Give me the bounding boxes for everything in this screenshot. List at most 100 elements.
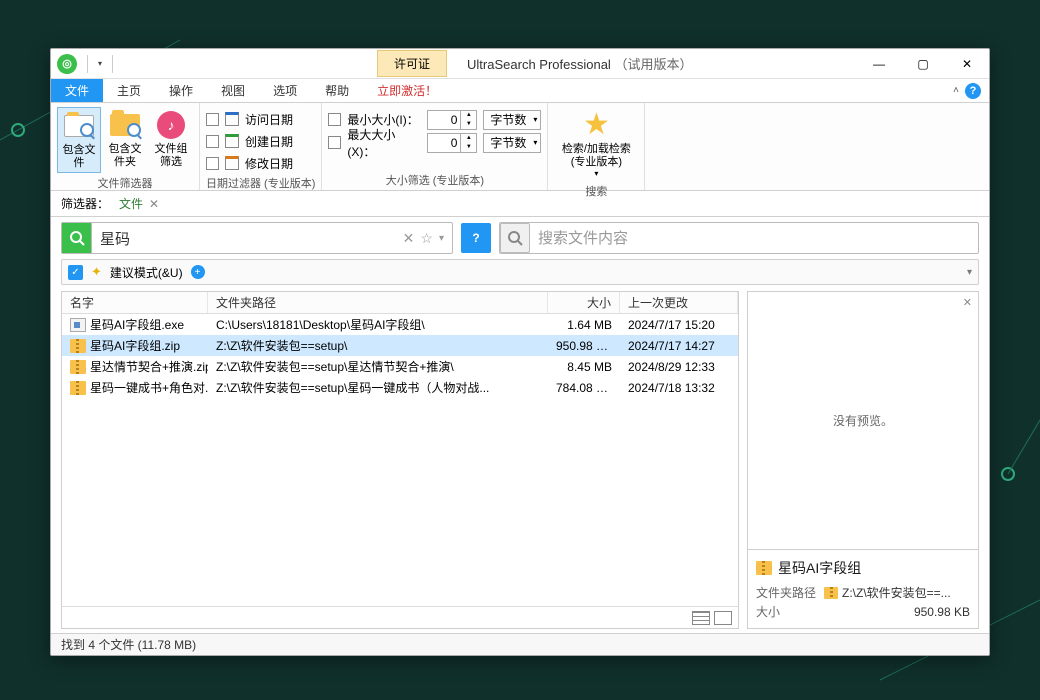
titlebar: ◎ ▾ 许可证 UltraSearch Professional （试用版本） … [51,49,989,79]
search-history-dropdown[interactable]: ▾ [439,233,444,244]
cell-path: Z:\Z\软件安装包==setup\ [208,337,548,354]
qat-separator [87,55,88,73]
preview-size-value: 950.98 KB [914,605,970,619]
preview-pane: ✕ 没有预览。 星码AI字段组 文件夹路径 Z:\Z\软件安装包==... 大小… [747,291,979,629]
tab-view[interactable]: 视图 [207,79,259,102]
tab-options[interactable]: 选项 [259,79,311,102]
min-size-checkbox[interactable] [328,113,341,126]
content-search-button[interactable] [500,223,530,253]
status-text: 找到 4 个文件 (11.78 MB) [61,636,196,653]
wand-icon: ✦ [91,264,102,280]
cell-size: 1.64 MB [548,318,620,332]
favorite-search-icon[interactable]: ☆ [420,230,433,247]
license-button[interactable]: 许可证 [377,50,447,77]
col-size[interactable]: 大小 [548,292,620,313]
cell-path: Z:\Z\软件安装包==setup\星码一键成书（人物对战... [208,379,548,396]
max-size-spinner[interactable]: ▲▼ [427,133,477,153]
max-size-checkbox[interactable] [328,136,341,149]
collapse-ribbon-icon[interactable]: ˄ [953,85,959,96]
calendar-icon [225,134,239,148]
cell-path: C:\Users\18181\Desktop\星码AI字段组\ [208,316,548,333]
search-button[interactable] [62,223,92,253]
suggest-dropdown-icon[interactable]: ▾ [967,267,972,278]
content-search-input[interactable] [530,230,978,247]
magnifier-icon [80,123,94,137]
view-toolbar [62,606,738,628]
add-suggest-icon[interactable]: + [191,265,205,279]
create-date-checkbox[interactable] [206,135,219,148]
min-size-spinner[interactable]: ▲▼ [427,110,477,130]
trial-label: （试用版本） [614,57,692,72]
close-button[interactable]: ✕ [945,49,989,79]
tab-help[interactable]: 帮助 [311,79,363,102]
tab-file[interactable]: 文件 [51,79,103,102]
max-size-input[interactable] [428,134,460,152]
exe-icon [70,318,86,332]
group-label-date-filter: 日期过滤器 (专业版本) [206,173,315,193]
search-icon [69,230,85,246]
view-tiles-icon[interactable] [714,611,732,625]
search-box: ✕ ☆ ▾ [61,222,453,254]
preview-path-value: Z:\Z\软件安装包==... [842,584,951,601]
tab-home[interactable]: 主页 [103,79,155,102]
suggest-mode-label: 建议模式(&U) [110,264,183,281]
ribbon: 包含文件 包含文件夹 ♪ 文件组筛选 文件筛选器 访问日期 创建日期 修改日期 [51,103,989,191]
max-size-label: 最大大小(X)： [347,126,421,160]
tab-activate-now[interactable]: 立即激活！ [363,79,451,102]
table-header: 名字 文件夹路径 大小 上一次更改 [62,292,738,314]
cell-path: Z:\Z\软件安装包==setup\星达情节契合+推演\ [208,358,548,375]
table-row[interactable]: 星码AI字段组.zipZ:\Z\软件安装包==setup\950.98 KB20… [62,335,738,356]
magnifier-icon [127,123,141,137]
cell-modified: 2024/7/17 15:20 [620,318,738,332]
clear-search-icon[interactable]: ✕ [403,230,415,247]
preview-path-label: 文件夹路径 [756,584,820,601]
col-modified[interactable]: 上一次更改 [620,292,738,313]
access-date-checkbox[interactable] [206,113,219,126]
cell-modified: 2024/7/18 13:32 [620,381,738,395]
modify-date-checkbox[interactable] [206,157,219,170]
zip-icon [70,381,86,395]
table-row[interactable]: 星达情节契合+推演.zipZ:\Z\软件安装包==setup\星达情节契合+推演… [62,356,738,377]
include-folders-button[interactable]: 包含文件夹 [103,107,147,171]
filegroup-filter-label: 文件组筛选 [151,143,191,169]
suggest-mode-checkbox[interactable]: ✓ [68,265,83,280]
view-details-icon[interactable] [692,611,710,625]
search-row: ✕ ☆ ▾ ? [51,217,989,259]
maximize-button[interactable]: ▢ [901,49,945,79]
cell-size: 784.08 KB [548,381,620,395]
include-files-label: 包含文件 [60,144,98,170]
table-row[interactable]: 星码AI字段组.exeC:\Users\18181\Desktop\星码AI字段… [62,314,738,335]
search-load-button[interactable]: ★ 检索/加载检索 (专业版本) ▾ [554,107,638,181]
folder-icon [824,587,838,599]
results-table: 名字 文件夹路径 大小 上一次更改 星码AI字段组.exeC:\Users\18… [61,291,739,629]
min-size-input[interactable] [428,111,460,129]
cell-size: 8.45 MB [548,360,620,374]
close-preview-icon[interactable]: ✕ [963,296,972,309]
help-icon[interactable]: ? [965,83,981,99]
qat-separator [112,55,113,73]
col-name[interactable]: 名字 [62,292,208,313]
preview-area: ✕ 没有预览。 [747,291,979,550]
cell-name: 星码一键成书+角色对... [90,379,208,396]
max-size-unit-dropdown[interactable]: 字节数 [483,133,541,153]
app-name: UltraSearch Professional [467,57,611,72]
star-icon: ★ [583,110,610,140]
search-load-label: 检索/加载检索 (专业版本) [556,143,636,169]
help-search-button[interactable]: ? [461,223,491,253]
search-input[interactable] [92,230,403,247]
filter-chip-file[interactable]: 文件 ✕ [119,195,159,212]
filegroup-filter-button[interactable]: ♪ 文件组筛选 [149,107,193,171]
remove-filter-icon[interactable]: ✕ [149,197,159,211]
tab-actions[interactable]: 操作 [155,79,207,102]
preview-filename: 星码AI字段组 [778,558,861,578]
qat-customize-dropdown[interactable]: ▾ [92,59,108,68]
col-path[interactable]: 文件夹路径 [208,292,548,313]
filter-chip-label: 文件 [119,195,143,212]
include-files-button[interactable]: 包含文件 [57,107,101,173]
app-window: ◎ ▾ 许可证 UltraSearch Professional （试用版本） … [50,48,990,656]
table-row[interactable]: 星码一键成书+角色对...Z:\Z\软件安装包==setup\星码一键成书（人物… [62,377,738,398]
content-search-box [499,222,979,254]
group-label-size-filter: 大小筛选 (专业版本) [328,170,541,190]
minimize-button[interactable]: ― [857,49,901,79]
min-size-unit-dropdown[interactable]: 字节数 [483,110,541,130]
